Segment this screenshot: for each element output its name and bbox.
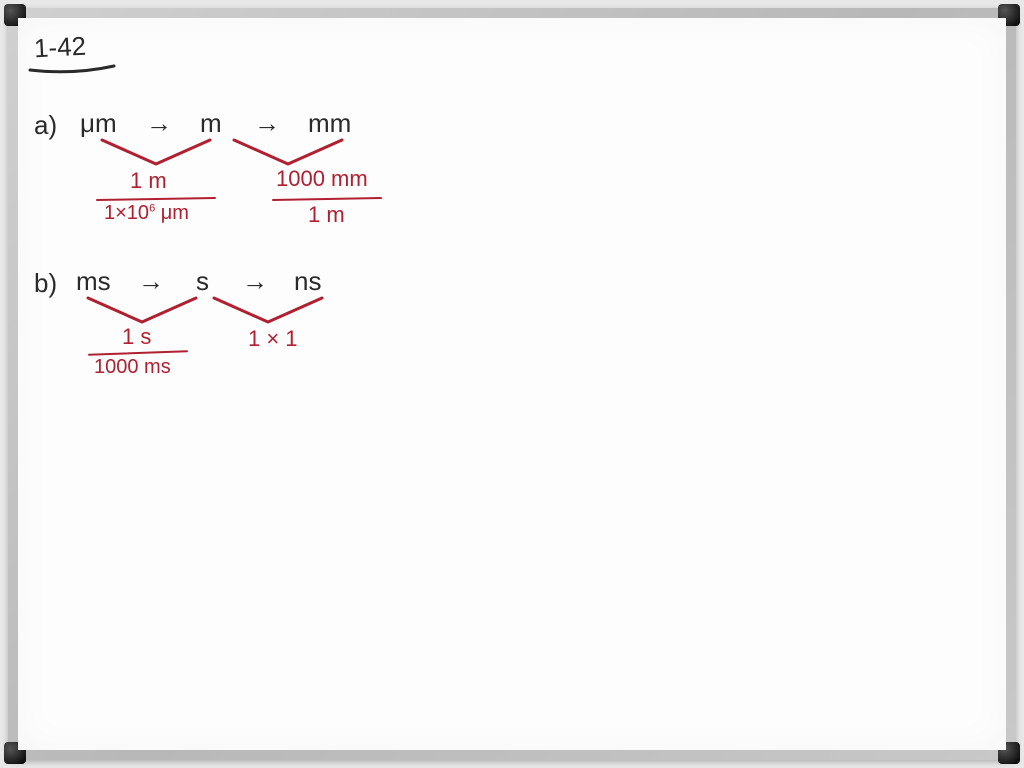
part-a-unit-3: mm: [308, 108, 351, 139]
part-a-factor2-denominator: 1 m: [308, 202, 345, 228]
part-a-label: a): [34, 110, 57, 141]
caret-icon: [208, 294, 328, 330]
part-a-factor1-numerator: 1 m: [130, 168, 167, 194]
part-b-label: b): [34, 268, 57, 299]
part-a-unit-1: μm: [80, 108, 117, 139]
arrow-icon: →: [254, 108, 280, 139]
part-b-factor2-partial: 1 × 1: [248, 326, 298, 352]
arrow-icon: →: [242, 266, 268, 297]
title-underline: [28, 64, 118, 78]
whiteboard-frame: 1-42 a) μm → m → mm 1 m 1×106 μm 1000 mm…: [8, 8, 1016, 760]
part-b-factor1-denominator: 1000 ms: [94, 356, 171, 379]
fraction-bar: [88, 350, 188, 355]
arrow-icon: →: [146, 108, 172, 139]
part-b-unit-1: ms: [76, 266, 111, 297]
part-a-factor2-numerator: 1000 mm: [276, 166, 368, 192]
part-a-factor1-denominator: 1×106 μm: [104, 202, 189, 225]
fraction-bar: [272, 197, 382, 201]
part-b-unit-3: ns: [294, 266, 321, 297]
part-b-factor1-numerator: 1 s: [122, 324, 151, 350]
arrow-icon: →: [138, 266, 164, 297]
problem-number: 1-42: [33, 31, 87, 65]
caret-icon: [96, 136, 216, 172]
part-a-unit-2: m: [200, 108, 222, 139]
fraction-bar: [96, 197, 216, 201]
whiteboard-surface: 1-42 a) μm → m → mm 1 m 1×106 μm 1000 mm…: [18, 18, 1006, 750]
part-b-unit-2: s: [196, 266, 209, 297]
